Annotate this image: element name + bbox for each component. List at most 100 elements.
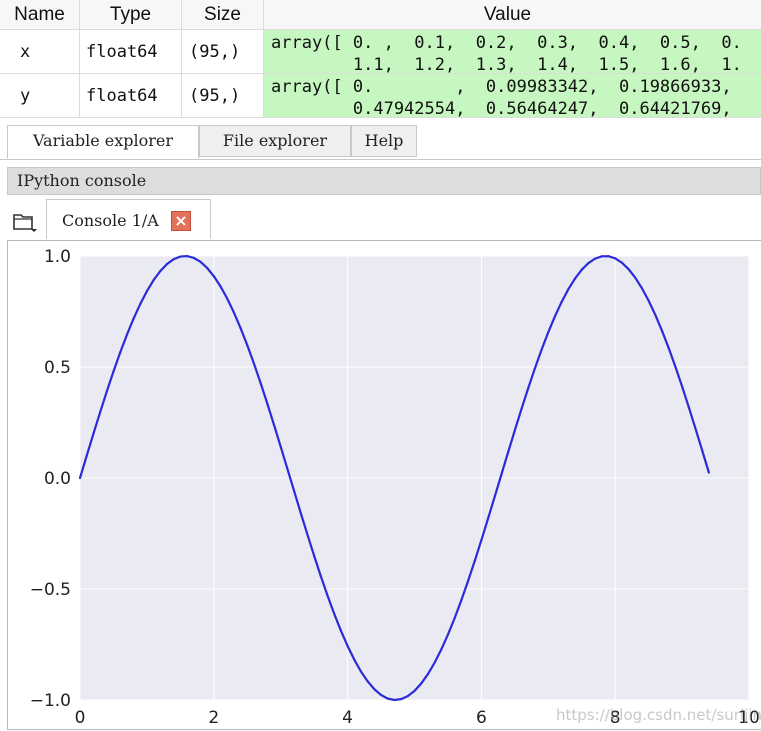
data-point <box>687 406 690 409</box>
data-point <box>627 268 630 271</box>
value-line: array([ 0. , 0.09983342, 0.19866933, <box>271 77 732 97</box>
data-point <box>520 407 523 410</box>
value-line: 0.47942554, 0.56464247, 0.64421769, <box>271 99 732 118</box>
data-point <box>292 489 296 493</box>
data-point <box>533 367 537 370</box>
data-point <box>681 385 684 388</box>
data-point <box>92 432 95 435</box>
table-row[interactable]: x float64 (95,) array([ 0. , 0.1, 0.2, 0… <box>0 30 761 74</box>
cell-type: float64 <box>80 74 182 118</box>
data-point <box>433 661 436 664</box>
data-point <box>634 276 637 279</box>
plot-output: 0 2 4 6 8 10 1.0 0.5 0.0 −0.5 −1.0 https://blog.c… <box>7 240 761 730</box>
data-point <box>219 285 222 288</box>
browse-tabs-button[interactable] <box>12 211 38 233</box>
data-point <box>567 288 570 291</box>
sine-plot: 0 2 4 6 8 10 1.00.50.0−0.5−1.0 https://blog.c… <box>30 247 761 728</box>
data-point <box>500 473 503 476</box>
data-point <box>527 387 530 390</box>
data-point <box>640 287 644 290</box>
data-point <box>600 255 603 258</box>
data-point <box>132 317 135 320</box>
data-point <box>239 326 242 330</box>
data-point <box>359 670 363 673</box>
data-point <box>279 445 282 448</box>
data-point <box>145 290 148 293</box>
data-point <box>179 255 182 258</box>
data-point <box>594 257 597 260</box>
data-point <box>98 411 102 414</box>
tab-help[interactable]: Help <box>351 125 417 157</box>
data-point <box>313 554 316 557</box>
data-point <box>373 688 376 691</box>
data-point <box>226 297 229 300</box>
data-point <box>694 427 697 430</box>
data-point <box>547 331 550 334</box>
cell-value[interactable]: array([ 0. , 0.1, 0.2, 0.3, 0.4, 0.5, 0.… <box>264 30 761 74</box>
data-point <box>413 689 416 692</box>
data-point <box>306 533 309 536</box>
data-point <box>614 257 617 260</box>
data-point <box>379 693 383 697</box>
data-point <box>199 260 202 263</box>
data-point <box>647 299 650 302</box>
tab-file-explorer[interactable]: File explorer <box>199 125 351 157</box>
data-point <box>667 347 670 350</box>
cell-value[interactable]: array([ 0. , 0.09983342, 0.19866933, 0.4… <box>264 74 761 118</box>
data-point <box>125 333 128 337</box>
data-point <box>654 313 657 317</box>
console-tab-label: Console 1/A <box>62 211 159 230</box>
data-point <box>540 348 543 351</box>
data-point <box>319 575 322 578</box>
data-point <box>165 262 169 266</box>
x-tick-label: 6 <box>476 708 487 728</box>
data-point <box>185 254 189 258</box>
data-point <box>573 277 577 280</box>
column-header-value[interactable]: Value <box>264 0 761 30</box>
pane-title[interactable]: IPython console <box>7 167 761 195</box>
data-point <box>473 559 476 563</box>
data-point <box>339 629 343 632</box>
data-point <box>660 329 664 332</box>
pane-tab-bar: Variable explorer File explorer Help <box>0 123 761 160</box>
data-point <box>486 517 490 520</box>
y-tick-label: 1.0 <box>44 247 71 267</box>
data-point <box>560 300 563 303</box>
data-point <box>507 451 510 454</box>
cell-name: x <box>0 30 80 74</box>
watermark: https://blog.csdn.net/surijing <box>556 706 761 724</box>
data-point <box>112 370 115 373</box>
data-point <box>346 644 349 648</box>
data-point <box>333 612 336 615</box>
data-point <box>674 365 677 368</box>
column-header-type[interactable]: Type <box>80 0 182 30</box>
y-tick-label: −0.5 <box>30 580 71 600</box>
data-point <box>172 258 175 261</box>
x-tick-label: 0 <box>75 708 86 728</box>
table-row[interactable]: y float64 (95,) array([ 0. , 0.09983342,… <box>0 74 761 118</box>
data-point <box>105 390 108 393</box>
data-point <box>386 697 389 700</box>
close-icon[interactable]: × <box>171 211 191 231</box>
column-header-name[interactable]: Name <box>0 0 80 30</box>
cell-size: (95,) <box>182 30 264 74</box>
data-point <box>266 402 269 405</box>
column-header-size[interactable]: Size <box>182 0 264 30</box>
console-tab-bar: Console 1/A × <box>0 197 761 239</box>
data-point <box>553 315 557 318</box>
tab-variable-explorer[interactable]: Variable explorer <box>7 125 199 159</box>
data-point <box>152 279 155 282</box>
data-point <box>246 344 249 347</box>
data-point <box>393 698 396 702</box>
data-point <box>453 617 456 620</box>
data-point <box>620 261 623 264</box>
data-point <box>212 275 215 278</box>
tab-console[interactable]: Console 1/A × <box>46 199 211 239</box>
y-tick-label: 0.5 <box>44 358 71 378</box>
data-point <box>493 495 496 498</box>
data-point <box>420 682 423 685</box>
y-tick-label: 0.0 <box>44 469 71 489</box>
data-point <box>286 467 289 470</box>
data-point <box>480 538 483 542</box>
value-line: 1.1, 1.2, 1.3, 1.4, 1.5, 1.6, 1. <box>271 55 742 74</box>
